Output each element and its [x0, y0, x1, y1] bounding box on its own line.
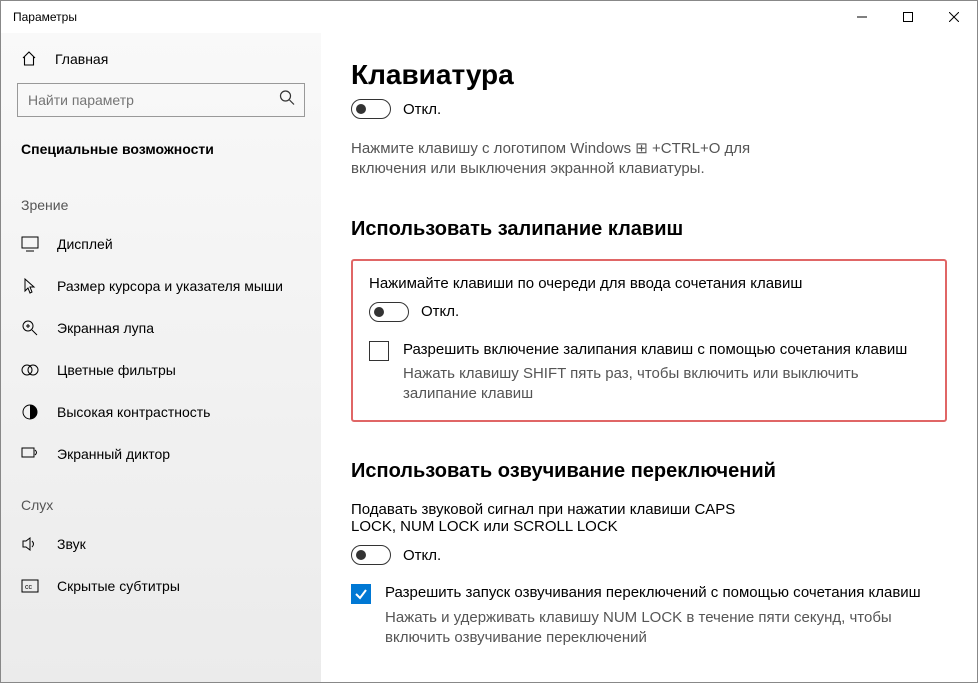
sidebar-item-label: Экранная лупа — [57, 320, 154, 336]
toggle-keys-label: Подавать звуковой сигнал при нажатии кла… — [351, 501, 771, 535]
sidebar-item-narrator[interactable]: Экранный диктор — [1, 433, 321, 475]
home-button[interactable]: Главная — [1, 41, 321, 77]
sticky-keys-checkbox-label: Разрешить включение залипания клавиш с п… — [403, 340, 929, 360]
sidebar-item-label: Экранный диктор — [57, 446, 170, 462]
toggle-keys-toggle[interactable] — [351, 545, 391, 565]
sticky-keys-shortcut-checkbox[interactable] — [369, 341, 389, 361]
onscreen-keyboard-toggle[interactable] — [351, 99, 391, 119]
colorfilters-icon — [21, 361, 39, 379]
group-title-vision: Зрение — [1, 175, 321, 223]
toggle-keys-heading: Использовать озвучивание переключений — [351, 460, 947, 483]
sidebar-item-colorfilters[interactable]: Цветные фильтры — [1, 349, 321, 391]
close-button[interactable] — [931, 1, 977, 33]
search-icon — [279, 90, 295, 111]
onscreen-keyboard-toggle-label: Откл. — [403, 101, 441, 118]
sidebar-item-sound[interactable]: Звук — [1, 523, 321, 565]
minimize-icon — [857, 12, 867, 22]
main-content: Клавиатура Откл. Нажмите клавишу с логот… — [321, 33, 977, 682]
sidebar-item-label: Звук — [57, 536, 86, 552]
sidebar-item-captions[interactable]: cc Скрытые субтитры — [1, 565, 321, 607]
toggle-keys-checkbox-desc: Нажать и удерживать клавишу NUM LOCK в т… — [385, 608, 947, 649]
sidebar-item-cursor[interactable]: Размер курсора и указателя мыши — [1, 265, 321, 307]
onscreen-keyboard-description: Нажмите клавишу с логотипом Windows ⊞ +C… — [351, 139, 771, 180]
group-title-hearing: Слух — [1, 475, 321, 523]
highcontrast-icon — [21, 403, 39, 421]
home-icon — [21, 51, 37, 67]
narrator-icon — [21, 445, 39, 463]
sidebar: Главная Специальные возможности Зрение Д… — [1, 33, 321, 682]
sidebar-item-label: Дисплей — [57, 236, 113, 252]
category-title: Специальные возможности — [1, 127, 321, 175]
display-icon — [21, 235, 39, 253]
sticky-keys-heading: Использовать залипание клавиш — [351, 218, 947, 241]
toggle-keys-checkbox-label: Разрешить запуск озвучивания переключени… — [385, 583, 947, 603]
toggle-keys-toggle-label: Откл. — [403, 547, 441, 564]
window-title: Параметры — [13, 10, 839, 24]
sidebar-item-label: Высокая контрастность — [57, 404, 210, 420]
close-icon — [949, 12, 959, 22]
search-box — [17, 83, 305, 117]
svg-text:cc: cc — [25, 584, 33, 591]
maximize-icon — [903, 12, 913, 22]
titlebar: Параметры — [1, 1, 977, 33]
home-label: Главная — [55, 51, 108, 67]
sound-icon — [21, 535, 39, 553]
highlighted-section: Нажимайте клавиши по очереди для ввода с… — [351, 259, 947, 423]
sticky-keys-label: Нажимайте клавиши по очереди для ввода с… — [369, 275, 929, 292]
toggle-keys-shortcut-checkbox[interactable] — [351, 584, 371, 604]
sticky-keys-toggle-label: Откл. — [421, 303, 459, 320]
sticky-keys-checkbox-desc: Нажать клавишу SHIFT пять раз, чтобы вкл… — [403, 364, 929, 405]
sidebar-item-display[interactable]: Дисплей — [1, 223, 321, 265]
page-title: Клавиатура — [351, 59, 947, 91]
magnifier-icon — [21, 319, 39, 337]
sidebar-item-highcontrast[interactable]: Высокая контрастность — [1, 391, 321, 433]
search-input[interactable] — [17, 83, 305, 117]
sidebar-item-label: Скрытые субтитры — [57, 578, 180, 594]
sticky-keys-toggle[interactable] — [369, 302, 409, 322]
captions-icon: cc — [21, 577, 39, 595]
maximize-button[interactable] — [885, 1, 931, 33]
sidebar-item-magnifier[interactable]: Экранная лупа — [1, 307, 321, 349]
sidebar-item-label: Цветные фильтры — [57, 362, 176, 378]
sidebar-item-label: Размер курсора и указателя мыши — [57, 278, 283, 294]
cursor-icon — [21, 277, 39, 295]
minimize-button[interactable] — [839, 1, 885, 33]
